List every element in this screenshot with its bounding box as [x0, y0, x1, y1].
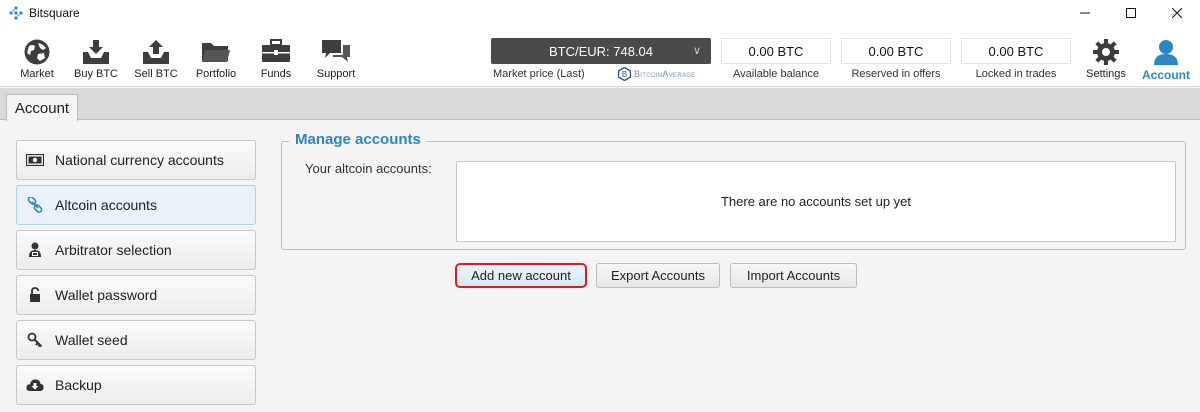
bitsquare-logo-icon — [9, 6, 23, 20]
market-price-value: BTC/EUR: 748.04 — [548, 43, 654, 59]
side-menu-label: National currency accounts — [55, 152, 224, 168]
main-toolbar: Market Buy BTC Sell BTC Portfolio Funds … — [0, 26, 1200, 87]
available-balance-value: 0.00 BTC — [721, 38, 831, 64]
nav-market-label: Market — [20, 68, 54, 80]
cloud-download-icon — [26, 376, 44, 394]
market-price-dropdown[interactable]: BTC/EUR: 748.04 ∨ — [491, 38, 711, 64]
bitcoinaverage-label: BitcoinAverage — [634, 69, 696, 79]
gear-icon — [1092, 38, 1120, 71]
briefcase-icon — [261, 38, 291, 69]
minimize-icon — [1080, 12, 1090, 14]
side-menu-wallet-password[interactable]: Wallet password — [16, 275, 256, 315]
import-accounts-button[interactable]: Import Accounts — [730, 263, 857, 288]
nav-market-button[interactable]: Market — [14, 26, 60, 87]
tab-account[interactable]: Account — [6, 94, 78, 121]
locked-in-trades-caption: Locked in trades — [975, 68, 1057, 80]
nav-settings-button[interactable]: Settings — [1082, 26, 1130, 87]
bitcoinaverage-icon: B — [618, 67, 631, 81]
bitcoinaverage-logo: B BitcoinAverage — [618, 67, 696, 81]
nav-buy-btc-button[interactable]: Buy BTC — [72, 26, 120, 87]
side-menu-label: Arbitrator selection — [55, 242, 172, 258]
tab-strip: Account — [0, 88, 1200, 121]
arbitrator-icon — [26, 241, 44, 259]
svg-text:B: B — [622, 70, 627, 79]
nav-buy-btc-label: Buy BTC — [73, 68, 118, 80]
empty-list-placeholder: There are no accounts set up yet — [720, 194, 912, 209]
nav-portfolio-button[interactable]: Portfolio — [192, 26, 240, 87]
nav-support-button[interactable]: Support — [312, 26, 360, 87]
globe-icon — [23, 38, 51, 71]
nav-settings-label: Settings — [1086, 68, 1126, 80]
locked-in-trades-value: 0.00 BTC — [961, 38, 1071, 64]
close-button[interactable] — [1154, 0, 1200, 26]
side-menu-backup[interactable]: Backup — [16, 365, 256, 405]
user-icon — [1152, 38, 1180, 71]
chat-icon — [321, 38, 351, 69]
link-icon — [26, 196, 44, 214]
export-accounts-button[interactable]: Export Accounts — [596, 263, 720, 288]
market-price-caption: Market price (Last) — [493, 68, 585, 80]
buy-btc-icon — [81, 38, 111, 71]
title-bar: Bitsquare — [0, 0, 1200, 26]
close-icon — [1172, 8, 1182, 18]
side-menu-wallet-seed[interactable]: Wallet seed — [16, 320, 256, 360]
maximize-button[interactable] — [1108, 0, 1154, 26]
lock-icon — [26, 286, 44, 304]
altcoin-accounts-list[interactable]: There are no accounts set up yet — [456, 161, 1176, 242]
nav-funds-label: Funds — [260, 68, 292, 80]
maximize-icon — [1126, 8, 1136, 18]
minimize-button[interactable] — [1062, 0, 1108, 26]
folder-icon — [201, 38, 231, 69]
reserved-in-offers-value: 0.00 BTC — [841, 38, 951, 64]
side-menu-label: Wallet seed — [55, 332, 128, 348]
nav-account-button[interactable]: Account — [1138, 26, 1194, 87]
side-menu-label: Altcoin accounts — [55, 197, 157, 213]
nav-account-label: Account — [1142, 68, 1190, 82]
add-new-account-button[interactable]: Add new account — [455, 263, 587, 288]
side-menu-label: Wallet password — [55, 287, 158, 303]
nav-sell-btc-button[interactable]: Sell BTC — [132, 26, 180, 87]
side-menu-arbitrator-selection[interactable]: Arbitrator selection — [16, 230, 256, 270]
nav-support-label: Support — [316, 68, 356, 80]
nav-sell-btc-label: Sell BTC — [134, 68, 178, 80]
key-icon — [26, 331, 44, 349]
chevron-down-icon: ∨ — [692, 45, 701, 57]
banknote-icon — [26, 151, 44, 169]
manage-accounts-title: Manage accounts — [289, 131, 427, 148]
side-menu-national-currency-accounts[interactable]: National currency accounts — [16, 140, 256, 180]
altcoin-accounts-label: Your altcoin accounts: — [305, 161, 432, 176]
nav-funds-button[interactable]: Funds — [252, 26, 300, 87]
available-balance-caption: Available balance — [732, 68, 820, 80]
nav-portfolio-label: Portfolio — [195, 68, 237, 80]
reserved-in-offers-caption: Reserved in offers — [851, 68, 941, 80]
window-title: Bitsquare — [29, 6, 80, 20]
side-menu-label: Backup — [55, 377, 102, 393]
side-menu-altcoin-accounts[interactable]: Altcoin accounts — [16, 185, 256, 225]
sell-btc-icon — [141, 38, 171, 71]
